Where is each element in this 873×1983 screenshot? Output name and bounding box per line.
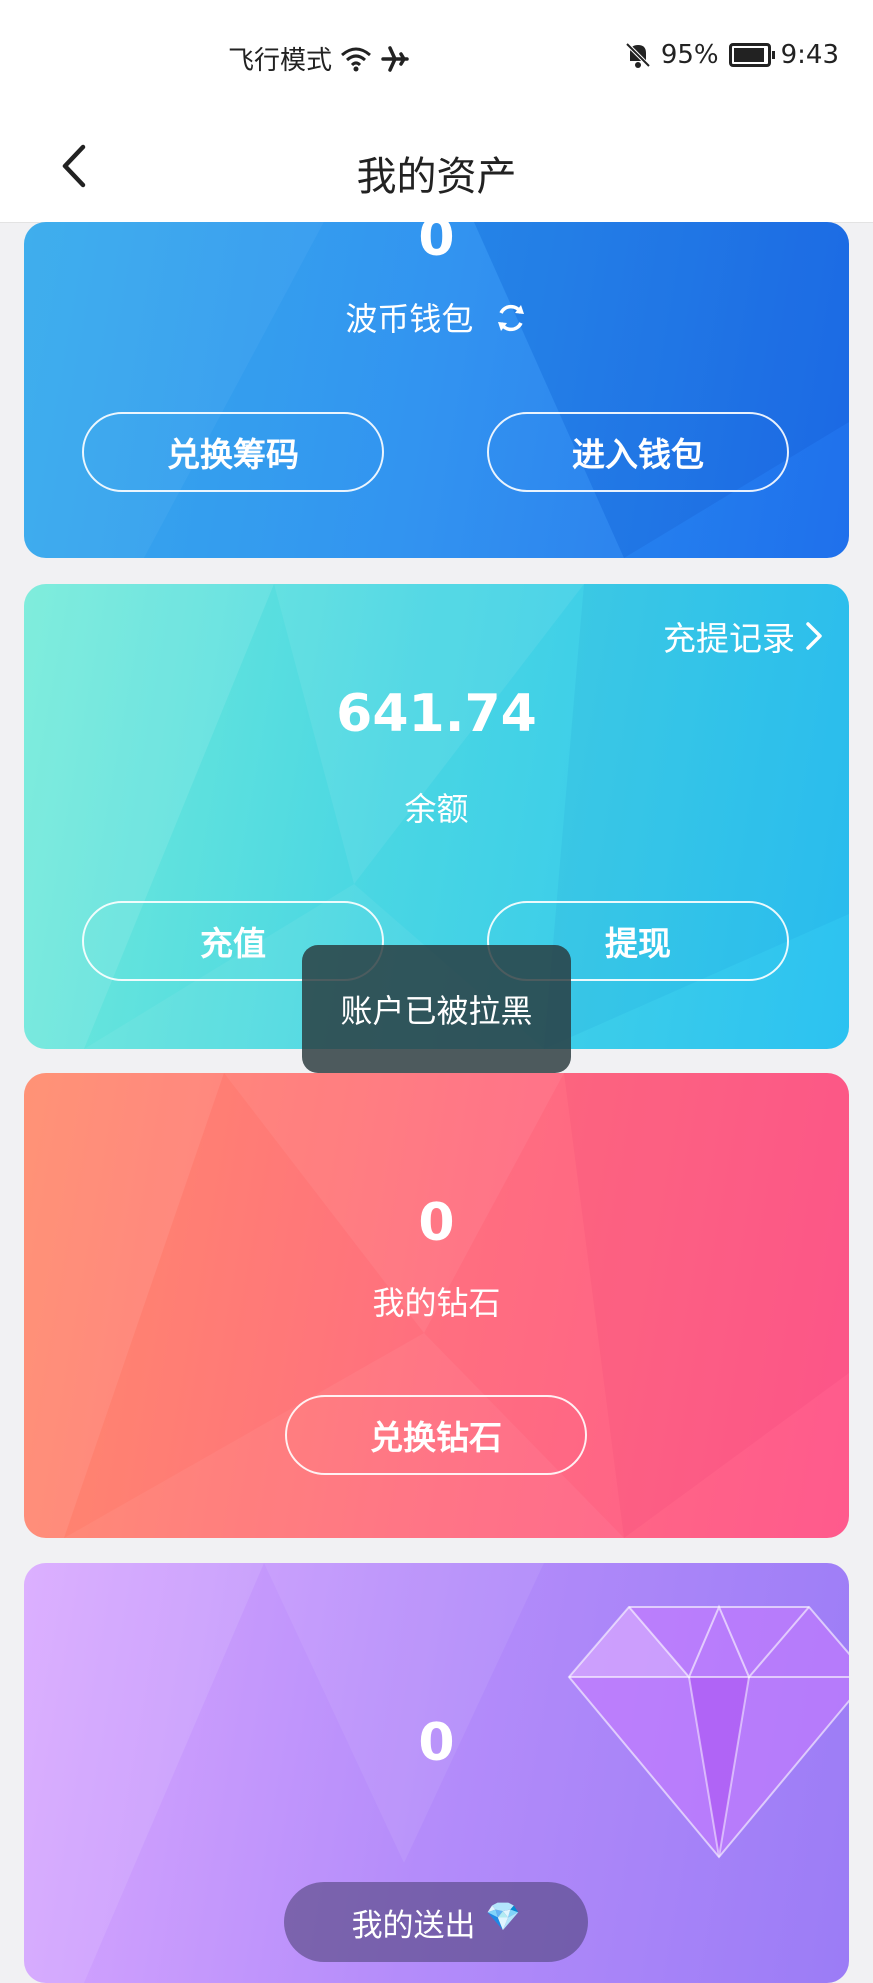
nav-bar: 我的资产 [0, 110, 873, 223]
card-background-pattern [24, 222, 849, 558]
status-bar: 飞行模式 95% 9:43 [0, 0, 873, 110]
exchange-chips-button[interactable]: 兑换筹码 [82, 412, 384, 492]
toast-message: 账户已被拉黑 [302, 945, 571, 1073]
chevron-right-icon [806, 622, 822, 650]
diamond-card: 0 我的钻石 兑换钻石 [24, 1073, 849, 1538]
status-center: 飞行模式 [228, 40, 410, 77]
airplane-icon [381, 45, 409, 72]
wallet-card: 0 波币钱包 兑换筹码 进入钱包 [24, 222, 849, 558]
wallet-label-row: 波币钱包 [24, 294, 849, 340]
recharge-records-link[interactable]: 充提记录 [663, 612, 823, 660]
diamond-label: 我的钻石 [372, 1284, 501, 1322]
balance-label: 余额 [404, 790, 469, 828]
refresh-icon[interactable] [494, 301, 528, 335]
battery-percent: 95% [660, 40, 719, 70]
status-right: 95% 9:43 [625, 40, 839, 70]
enter-wallet-button[interactable]: 进入钱包 [487, 412, 789, 492]
wifi-icon [341, 47, 371, 71]
output-label: 我的送出 [351, 1908, 476, 1944]
wallet-label: 波币钱包 [345, 300, 474, 338]
recharge-records-label: 充提记录 [663, 619, 795, 658]
diamond-value: 0 [418, 1193, 455, 1253]
output-label-pill[interactable]: 我的送出 💎 [284, 1882, 588, 1962]
balance-value: 641.74 [336, 684, 537, 744]
battery-icon [728, 43, 775, 67]
page-title: 我的资产 [356, 154, 517, 200]
mute-bell-icon [625, 42, 651, 68]
exchange-diamond-button[interactable]: 兑换钻石 [285, 1395, 587, 1475]
output-value: 0 [418, 1713, 455, 1773]
airplane-mode-text: 飞行模式 [228, 46, 333, 76]
wallet-value: 0 [418, 222, 455, 268]
clock: 9:43 [780, 40, 839, 70]
gem-small-icon: 💎 [485, 1900, 521, 1933]
